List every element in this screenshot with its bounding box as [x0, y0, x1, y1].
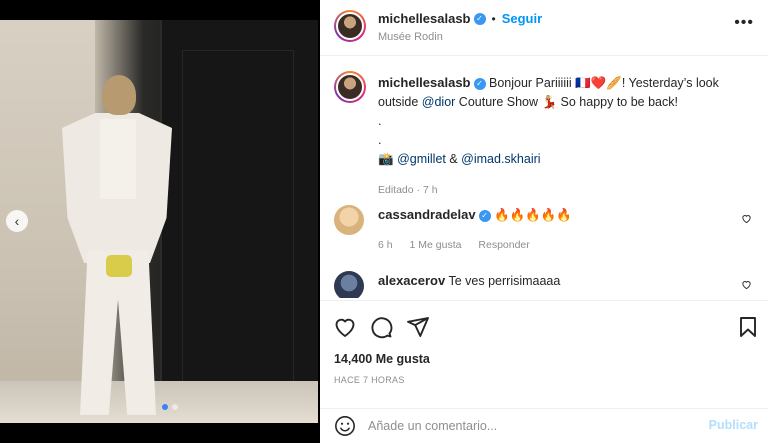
caption-username[interactable]: michellesalasb — [378, 75, 471, 90]
caption-amp: & — [445, 152, 462, 166]
separator: • — [491, 11, 496, 26]
comment-likes[interactable]: 1 Me gusta — [410, 239, 462, 251]
post-time-ago[interactable]: HACE 7 HORAS — [334, 375, 405, 385]
carousel-dots — [162, 404, 178, 410]
carousel-prev-button[interactable]: ‹ — [6, 210, 28, 232]
mention-gmillet[interactable]: @gmillet — [397, 152, 446, 166]
follow-button[interactable]: Seguir — [502, 11, 542, 26]
carousel-dot — [162, 404, 168, 410]
caption-text-2: Couture Show 💃🏼 So happy to be back! — [455, 95, 678, 109]
post-photo[interactable] — [0, 20, 318, 423]
mention-imad[interactable]: @imad.skhairi — [461, 152, 540, 166]
post-actions: 14,400 Me gusta HACE 7 HORAS — [320, 300, 768, 408]
verified-badge-icon: ✓ — [478, 209, 491, 222]
photo-person — [62, 75, 172, 420]
commenter-avatar[interactable] — [334, 271, 364, 298]
more-options-icon[interactable]: ••• — [734, 14, 754, 32]
commenter-username[interactable]: alexacerov — [378, 273, 445, 288]
author-avatar[interactable] — [334, 10, 366, 42]
save-bookmark-icon[interactable] — [736, 315, 760, 339]
add-comment-input[interactable] — [368, 415, 698, 437]
caption-dot: . — [378, 133, 382, 147]
mention-dior[interactable]: @dior — [422, 95, 456, 109]
like-heart-icon[interactable] — [333, 315, 357, 339]
comment-bubble-icon[interactable] — [369, 315, 393, 339]
post-header: michellesalasb ✓ • Seguir Musée Rodin ••… — [320, 0, 768, 56]
publish-button[interactable]: Publicar — [709, 418, 758, 432]
comments-section[interactable]: michellesalasb ✓ Bonjour Pariiiiii 🇫🇷❤️🥖!… — [320, 57, 768, 298]
post-location[interactable]: Musée Rodin — [378, 31, 443, 43]
comment-like-heart-icon[interactable] — [741, 213, 752, 224]
commenter-username[interactable]: cassandradelav — [378, 207, 476, 222]
comment-reply-button[interactable]: Responder — [478, 239, 529, 251]
verified-badge-icon: ✓ — [473, 77, 486, 90]
likes-count[interactable]: 14,400 Me gusta — [334, 352, 430, 366]
camera-emoji: 📸 — [378, 152, 394, 166]
author-username[interactable]: michellesalasb — [378, 11, 471, 26]
verified-badge-icon: ✓ — [473, 12, 486, 25]
emoji-smiley-icon[interactable] — [334, 415, 356, 437]
commenter-avatar[interactable] — [334, 205, 364, 235]
comment-text: 🔥🔥🔥🔥🔥 — [494, 208, 572, 222]
carousel-dot — [172, 404, 178, 410]
caption-avatar[interactable] — [334, 71, 366, 103]
post-media: ‹ — [0, 0, 320, 443]
photo-handbag — [106, 255, 132, 277]
add-comment-bar: Publicar — [320, 408, 768, 443]
photo-door — [160, 20, 318, 400]
caption-dot: . — [378, 114, 382, 128]
comment-text: Te ves perrisimaaaa — [448, 274, 561, 288]
post-side-panel: michellesalasb ✓ • Seguir Musée Rodin ••… — [320, 0, 768, 443]
comment-like-heart-icon[interactable] — [741, 279, 752, 290]
comment-time: 6 h — [378, 239, 393, 251]
share-send-icon[interactable] — [406, 315, 430, 339]
caption-meta: Editado · 7 h — [378, 184, 438, 196]
